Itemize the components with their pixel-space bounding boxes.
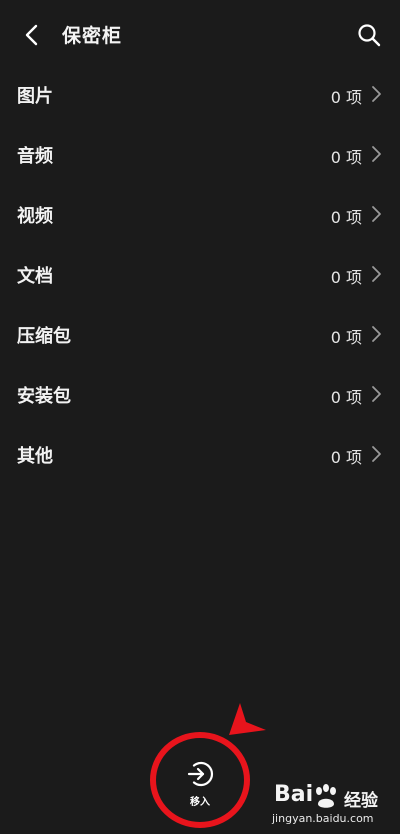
watermark-brand-cn: 经验: [344, 791, 378, 811]
top-bar: 保密柜: [0, 0, 400, 66]
search-button[interactable]: [352, 18, 386, 52]
chevron-right-icon: [372, 146, 381, 162]
category-row-archives[interactable]: 压缩包 0 项: [0, 304, 400, 364]
category-label: 视频: [17, 206, 53, 227]
category-count: 0 项: [330, 88, 362, 107]
chevron-right-icon: [372, 206, 381, 222]
watermark-brand: Bai: [274, 782, 314, 807]
chevron-right-icon: [372, 386, 381, 402]
category-label: 其他: [17, 446, 53, 467]
chevron-right-icon: [372, 86, 381, 102]
category-label: 音频: [17, 146, 53, 167]
category-row-other[interactable]: 其他 0 项: [0, 424, 400, 484]
chevron-right-icon: [372, 266, 381, 282]
paw-icon: [316, 784, 336, 808]
back-button[interactable]: [14, 18, 48, 52]
category-count: 0 项: [330, 268, 362, 287]
category-count: 0 项: [330, 208, 362, 227]
category-row-audio[interactable]: 音频 0 项: [0, 124, 400, 184]
category-list: 图片 0 项 音频 0 项 视频 0 项 文档 0 项 压缩包 0 项 安装包 …: [0, 64, 400, 484]
category-count: 0 项: [330, 148, 362, 167]
chevron-right-icon: [372, 446, 381, 462]
category-count: 0 项: [330, 388, 362, 407]
chevron-left-icon: [25, 24, 38, 46]
move-in-icon: [187, 761, 214, 787]
category-row-apps[interactable]: 安装包 0 项: [0, 364, 400, 424]
category-count: 0 项: [330, 448, 362, 467]
category-row-video[interactable]: 视频 0 项: [0, 184, 400, 244]
watermark: Bai 经验 jingyan.baidu.com: [272, 782, 392, 828]
move-in-label: 移入: [190, 797, 210, 808]
category-label: 文档: [17, 266, 53, 287]
category-label: 图片: [17, 86, 53, 107]
page-title: 保密柜: [62, 25, 123, 47]
annotation-arrow: [229, 703, 266, 735]
search-icon: [358, 24, 381, 47]
move-in-button[interactable]: 移入: [178, 760, 222, 812]
watermark-url: jingyan.baidu.com: [272, 812, 374, 825]
category-row-documents[interactable]: 文档 0 项: [0, 244, 400, 304]
category-row-images[interactable]: 图片 0 项: [0, 64, 400, 124]
chevron-right-icon: [372, 326, 381, 342]
category-label: 压缩包: [17, 326, 71, 347]
category-count: 0 项: [330, 328, 362, 347]
category-label: 安装包: [17, 386, 71, 407]
